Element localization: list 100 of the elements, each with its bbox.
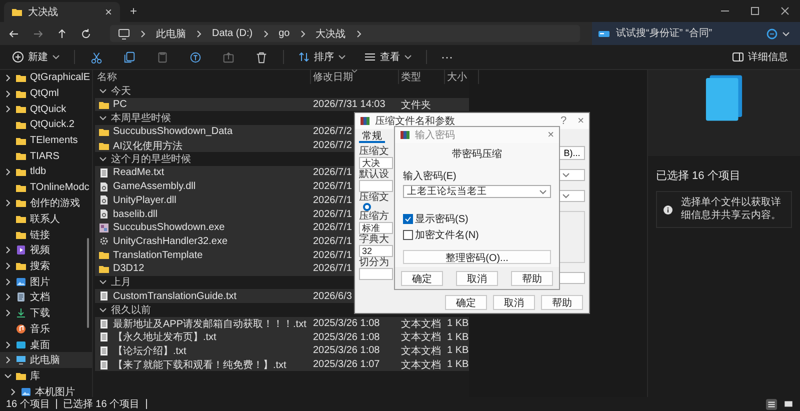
radio-button[interactable]	[363, 203, 371, 211]
dialog-button[interactable]: 取消	[493, 294, 535, 310]
more-button[interactable]: ···	[437, 48, 457, 66]
up-icon[interactable]	[56, 28, 68, 40]
rename-icon[interactable]	[189, 50, 202, 64]
breadcrumb-item[interactable]: Data (D:)	[212, 28, 253, 39]
sidebar-item[interactable]: TElements	[0, 132, 92, 148]
input-field[interactable]	[359, 268, 393, 280]
checkbox[interactable]	[403, 230, 413, 240]
file-row[interactable]: 【永久地址发布页】.txt 2025/3/26 1:08 文本文档 1 KB	[95, 330, 469, 344]
dialog-button[interactable]: 帮助	[511, 270, 553, 286]
sidebar-item[interactable]: 下载	[0, 305, 92, 321]
sort-button[interactable]: 排序	[294, 48, 350, 66]
close-icon[interactable]	[780, 6, 790, 16]
input-field[interactable]: 大决	[359, 157, 393, 169]
breadcrumb-item[interactable]: go	[278, 28, 290, 39]
close-button[interactable]: ×	[578, 115, 584, 127]
chevron-icon[interactable]	[4, 356, 12, 364]
chevron-icon[interactable]	[4, 74, 12, 82]
copy-icon[interactable]	[123, 50, 136, 64]
maximize-icon[interactable]	[750, 6, 760, 16]
organize-passwords-button[interactable]: 整理密码(O)...	[403, 250, 551, 264]
refresh-icon[interactable]	[80, 28, 92, 40]
dropdown-field[interactable]	[559, 190, 585, 202]
chevron-icon[interactable]	[4, 90, 12, 98]
size-cell: 1 KB	[447, 345, 469, 356]
type-cell: 文本文档	[401, 346, 441, 357]
sidebar-item[interactable]: 音乐	[0, 321, 92, 337]
sidebar-item[interactable]: 库	[0, 368, 92, 384]
browse-button[interactable]: B)...	[559, 146, 585, 160]
view-button[interactable]: 查看	[360, 48, 416, 66]
breadcrumb-item[interactable]: 此电脑	[156, 26, 186, 40]
chevron-icon[interactable]	[4, 105, 12, 114]
breadcrumb-item[interactable]: 大决战	[316, 26, 346, 40]
circle-icon[interactable]	[766, 28, 778, 40]
dialog-button[interactable]: 帮助	[541, 294, 583, 310]
delete-icon[interactable]	[255, 50, 268, 64]
sidebar-item[interactable]: 创作的游戏	[0, 196, 92, 212]
group-header[interactable]: 今天	[95, 84, 469, 98]
close-tab-button[interactable]: ×	[104, 5, 112, 19]
chevron-icon[interactable]	[4, 262, 12, 270]
dialog-tab[interactable]: 常规	[359, 129, 385, 143]
input-field[interactable]	[559, 272, 585, 284]
sidebar-item[interactable]: TOnlineModc	[0, 180, 92, 196]
file-row[interactable]: 【来了就能下载和观看！纯免费！】.txt 2025/3/26 1:07 文本文档 1 KB	[95, 358, 469, 372]
sidebar-item[interactable]: tldb	[0, 164, 92, 180]
chevron-icon[interactable]	[4, 340, 12, 349]
sidebar-item[interactable]: 本机图片	[0, 384, 92, 397]
new-tab-button[interactable]: +	[130, 4, 138, 18]
column-header[interactable]: 修改日期	[311, 70, 399, 84]
chevron-icon[interactable]	[4, 199, 12, 208]
sidebar-item[interactable]: QtQml	[0, 86, 92, 102]
dialog-button[interactable]: 取消	[456, 270, 498, 286]
dropdown-field[interactable]	[559, 169, 585, 181]
sidebar-item[interactable]: 图片	[0, 274, 92, 290]
file-name: D3D12	[113, 263, 144, 274]
dialog-button[interactable]: 确定	[401, 270, 443, 286]
input-field[interactable]: 标准	[359, 222, 393, 234]
chevron-icon[interactable]	[4, 246, 12, 254]
chevron-icon[interactable]	[4, 278, 12, 286]
sidebar-item[interactable]: 此电脑	[0, 352, 92, 368]
dialog-button[interactable]: 确定	[445, 294, 487, 310]
sidebar-item[interactable]: 链接	[0, 226, 92, 243]
column-header[interactable]: 类型	[399, 70, 445, 84]
address-bar[interactable]: 此电脑 Data (D:) go 大决战	[110, 25, 580, 42]
sidebar-item[interactable]: 搜索	[0, 258, 92, 274]
input-field[interactable]: 32	[359, 245, 393, 257]
chevron-icon[interactable]	[782, 30, 790, 38]
sidebar-item[interactable]: 联系人	[0, 211, 92, 227]
sidebar-item[interactable]: 文档	[0, 290, 92, 306]
details-view-button[interactable]	[766, 398, 777, 410]
sidebar-item[interactable]: QtQuick	[0, 101, 92, 118]
chevron-icon[interactable]	[9, 388, 17, 396]
chevron-icon[interactable]	[4, 168, 12, 176]
file-row[interactable]: PC 2026/7/31 14:03 文件夹	[95, 98, 469, 112]
checkbox[interactable]	[403, 214, 413, 224]
cut-icon[interactable]	[90, 50, 103, 64]
tiles-view-button[interactable]	[783, 398, 794, 410]
date-cell: 2026/7/1	[313, 167, 352, 178]
file-row[interactable]: 【论坛介绍】.txt 2025/3/26 1:08 文本文档 1 KB	[95, 344, 469, 358]
password-field[interactable]: 上老王论坛当老王	[403, 185, 551, 198]
details-button[interactable]: 详细信息	[728, 48, 792, 66]
chevron-icon[interactable]	[4, 293, 12, 302]
search-field[interactable]: 试试搜“身份证” “合同”	[614, 27, 762, 40]
sidebar-item[interactable]: QtGraphicalE	[0, 70, 92, 86]
sidebar-item[interactable]: TIARS	[0, 148, 92, 164]
sidebar-item[interactable]: QtQuick.2	[0, 117, 92, 133]
chevron-icon[interactable]	[4, 372, 12, 380]
back-icon[interactable]	[8, 28, 20, 40]
window-tab[interactable]: 大决战 ×	[4, 2, 120, 22]
sidebar-item[interactable]: 视频	[0, 242, 92, 258]
close-button[interactable]: ×	[548, 129, 554, 141]
help-button[interactable]: ?	[560, 115, 567, 127]
input-field[interactable]	[359, 180, 393, 192]
file-row[interactable]: 最新地址及APP请发邮箱自动获取！！！.txt 2025/3/26 1:08 文本文档 1 KB	[95, 316, 469, 330]
column-header[interactable]: 名称	[95, 70, 311, 84]
sidebar-item[interactable]: 桌面	[0, 336, 92, 352]
new-button[interactable]: 新建	[8, 48, 64, 66]
chevron-icon[interactable]	[4, 309, 12, 318]
search-box[interactable]: 试试搜“身份证” “合同”	[592, 22, 800, 45]
